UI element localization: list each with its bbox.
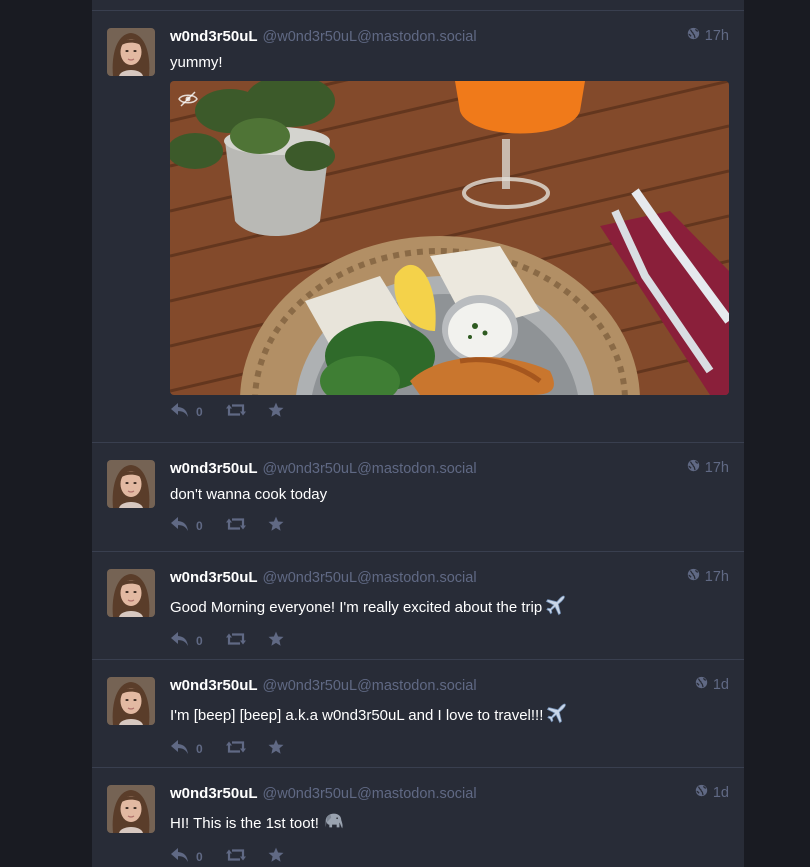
reply-button[interactable]: 0 (170, 631, 203, 652)
reply-button[interactable]: 0 (170, 739, 203, 760)
boost-button[interactable] (226, 739, 246, 760)
status-header: w0nd3r50uL @w0nd3r50uL@mastodon.social (170, 569, 729, 589)
display-name[interactable]: w0nd3r50uL (170, 785, 258, 802)
reply-count: 0 (196, 742, 203, 756)
status-actions: 0 (170, 401, 729, 423)
status-time[interactable]: 17h (687, 27, 729, 44)
status-header: w0nd3r50uL @w0nd3r50uL@mastodon.social (170, 460, 729, 480)
timeline-column: w0nd3r50uL @w0nd3r50uL@mastodon.social 1… (92, 0, 744, 867)
reply-icon (170, 847, 190, 867)
status-item[interactable]: w0nd3r50uL @w0nd3r50uL@mastodon.social 1… (92, 660, 744, 768)
reply-icon (170, 739, 190, 760)
reply-count: 0 (196, 405, 203, 419)
boost-button[interactable] (226, 402, 246, 423)
avatar[interactable] (107, 28, 155, 76)
reply-icon (170, 631, 190, 652)
reply-icon (170, 516, 190, 537)
avatar[interactable] (107, 460, 155, 508)
relative-time: 17h (704, 568, 729, 585)
status-content: I'm [beep] [beep] a.k.a w0nd3r50uL and I… (170, 702, 729, 730)
hide-media-icon[interactable] (178, 91, 198, 112)
reply-button[interactable]: 0 (170, 847, 203, 867)
boost-icon (226, 402, 246, 423)
boost-button[interactable] (226, 631, 246, 652)
reply-button[interactable]: 0 (170, 402, 203, 423)
status-header: w0nd3r50uL @w0nd3r50uL@mastodon.social (170, 785, 729, 805)
account-handle[interactable]: @w0nd3r50uL@mastodon.social (263, 786, 477, 802)
relative-time: 1d (712, 676, 729, 693)
reply-button[interactable]: 0 (170, 516, 203, 537)
globe-icon (695, 784, 708, 801)
elephant-emoji-icon (322, 810, 344, 838)
status-actions: 0 (170, 738, 729, 760)
boost-icon (226, 847, 246, 867)
status-actions: 0 (170, 630, 729, 652)
avatar[interactable] (107, 785, 155, 833)
star-icon (268, 739, 284, 760)
reply-count: 0 (196, 519, 203, 533)
avatar[interactable] (107, 677, 155, 725)
globe-icon (695, 676, 708, 693)
relative-time: 1d (712, 784, 729, 801)
status-text: Good Morning everyone! I'm really excite… (170, 599, 543, 616)
status-text: HI! This is the 1st toot! (170, 815, 319, 832)
boost-button[interactable] (226, 516, 246, 537)
airplane-emoji-icon (545, 594, 567, 622)
display-name[interactable]: w0nd3r50uL (170, 460, 258, 477)
status-header: w0nd3r50uL @w0nd3r50uL@mastodon.social (170, 677, 729, 697)
reply-icon (170, 402, 190, 423)
status-time[interactable]: 1d (695, 676, 729, 693)
status-time[interactable]: 17h (687, 568, 729, 585)
boost-icon (226, 631, 246, 652)
status-actions: 0 (170, 515, 729, 537)
status-item[interactable]: w0nd3r50uL @w0nd3r50uL@mastodon.social 1… (92, 768, 744, 867)
avatar[interactable] (107, 569, 155, 617)
boost-icon (226, 739, 246, 760)
account-handle[interactable]: @w0nd3r50uL@mastodon.social (263, 570, 477, 586)
globe-icon (687, 27, 700, 44)
globe-icon (687, 568, 700, 585)
star-icon (268, 402, 284, 423)
media-attachment[interactable] (170, 81, 729, 395)
favourite-button[interactable] (268, 739, 284, 760)
star-icon (268, 631, 284, 652)
status-content: don't wanna cook today (170, 486, 328, 503)
status-text: I'm [beep] [beep] a.k.a w0nd3r50uL and I… (170, 707, 544, 724)
relative-time: 17h (704, 27, 729, 44)
status-content: Good Morning everyone! I'm really excite… (170, 594, 729, 622)
relative-time: 17h (704, 459, 729, 476)
favourite-button[interactable] (268, 402, 284, 423)
airplane-emoji-icon (546, 702, 568, 730)
status-content: yummy! (170, 54, 223, 71)
food-photo (170, 81, 729, 395)
favourite-button[interactable] (268, 516, 284, 537)
account-handle[interactable]: @w0nd3r50uL@mastodon.social (263, 678, 477, 694)
reply-count: 0 (196, 634, 203, 648)
favourite-button[interactable] (268, 847, 284, 867)
boost-button[interactable] (226, 847, 246, 867)
display-name[interactable]: w0nd3r50uL (170, 28, 258, 45)
status-time[interactable]: 1d (695, 784, 729, 801)
status-actions: 0 (170, 846, 729, 867)
display-name[interactable]: w0nd3r50uL (170, 569, 258, 586)
globe-icon (687, 459, 700, 476)
star-icon (268, 516, 284, 537)
account-handle[interactable]: @w0nd3r50uL@mastodon.social (263, 461, 477, 477)
status-time[interactable]: 17h (687, 459, 729, 476)
boost-icon (226, 516, 246, 537)
status-item[interactable]: w0nd3r50uL @w0nd3r50uL@mastodon.social 1… (92, 552, 744, 660)
star-icon (268, 847, 284, 867)
status-item[interactable]: w0nd3r50uL @w0nd3r50uL@mastodon.social 1… (92, 11, 744, 443)
favourite-button[interactable] (268, 631, 284, 652)
timeline-top-divider (92, 0, 744, 11)
status-content: HI! This is the 1st toot! (170, 810, 729, 838)
account-handle[interactable]: @w0nd3r50uL@mastodon.social (263, 29, 477, 45)
status-header: w0nd3r50uL @w0nd3r50uL@mastodon.social (170, 28, 729, 48)
status-item[interactable]: w0nd3r50uL @w0nd3r50uL@mastodon.social 1… (92, 443, 744, 552)
reply-count: 0 (196, 850, 203, 864)
display-name[interactable]: w0nd3r50uL (170, 677, 258, 694)
